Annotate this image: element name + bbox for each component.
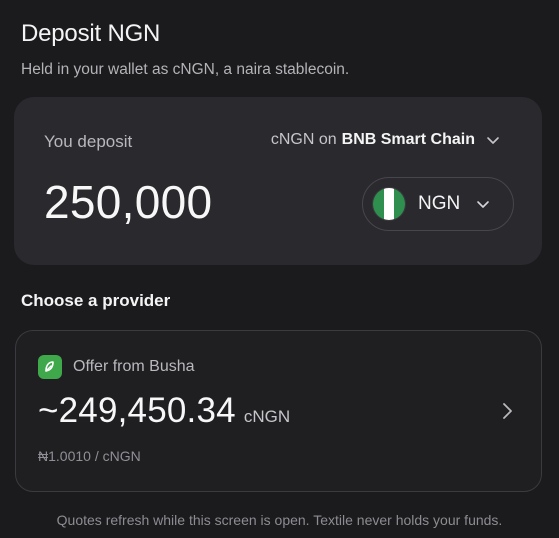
busha-logo-icon — [38, 355, 62, 379]
chevron-down-icon — [477, 201, 490, 208]
flag-stripe-right — [394, 188, 405, 220]
provider-section-label: Choose a provider — [21, 291, 171, 310]
quote-unit: cNGN — [243, 407, 291, 426]
deposit-card: You deposit cNGN on BNB Smart Chain 250,… — [14, 97, 542, 265]
nigeria-flag-icon — [372, 187, 406, 221]
page-subtitle: Held in your wallet as cNGN, a naira sta… — [21, 61, 350, 78]
deposit-screen: Deposit NGN Held in your wallet as cNGN,… — [0, 0, 559, 538]
footer-note: Quotes refresh while this screen is open… — [56, 512, 503, 528]
flag-stripe-middle — [383, 188, 395, 220]
network-name: BNB Smart Chain — [341, 131, 475, 148]
provider-offer-card[interactable]: Offer from Busha ~249,450.34 cNGN ₦1.001… — [15, 330, 542, 492]
quote-amount: ~249,450.34 — [38, 391, 236, 430]
chevron-right-icon — [503, 403, 512, 419]
deposit-amount-input[interactable]: 250,000 — [44, 175, 212, 229]
network-prefix: cNGN on — [270, 131, 337, 148]
flag-stripe-left — [373, 188, 384, 220]
chevron-down-icon — [487, 137, 499, 144]
deposit-label: You deposit — [44, 132, 133, 151]
provider-row: Offer from Busha — [38, 355, 195, 379]
currency-code: NGN — [418, 193, 461, 214]
currency-selector[interactable]: NGN — [362, 177, 514, 231]
page-title: Deposit NGN — [21, 20, 161, 47]
quote-row: ~249,450.34 cNGN — [38, 391, 290, 431]
provider-name: Offer from Busha — [73, 358, 195, 375]
network-selector[interactable]: cNGN on BNB Smart Chain — [271, 131, 500, 149]
exchange-rate: ₦1.0010 / cNGN — [38, 448, 141, 464]
